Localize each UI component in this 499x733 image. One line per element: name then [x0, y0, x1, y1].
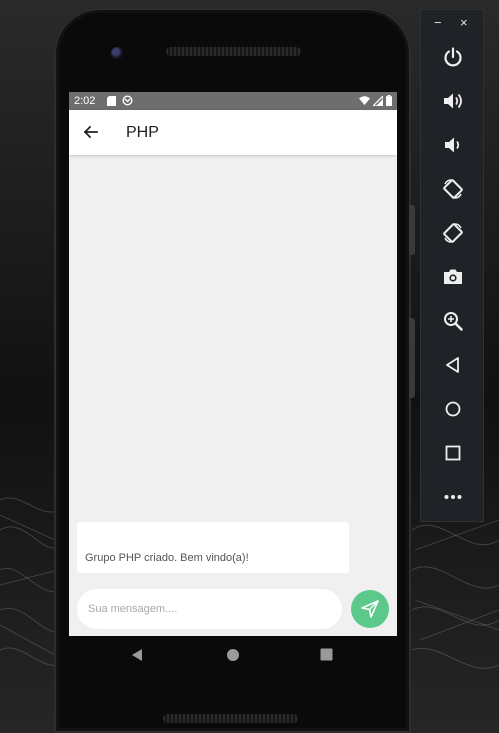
status-time: 2:02: [74, 95, 96, 107]
zoom-button[interactable]: [442, 310, 464, 332]
android-nav-back-button[interactable]: [130, 648, 144, 667]
home-circle-icon: [227, 649, 239, 661]
status-bar: 2:02: [69, 92, 397, 110]
send-icon: [361, 600, 379, 618]
front-camera: [111, 47, 123, 59]
battery-icon: [386, 95, 392, 106]
rotate-left-button[interactable]: [442, 178, 464, 200]
volume-down-icon: [445, 137, 460, 153]
recents-square-icon: [320, 648, 333, 661]
bottom-speaker: [163, 714, 298, 723]
minimize-icon[interactable]: −: [434, 16, 442, 30]
emulator-back-button[interactable]: [442, 354, 464, 376]
volume-down-button[interactable]: [442, 134, 464, 156]
overview-icon: [445, 445, 461, 461]
chat-title: PHP: [126, 124, 159, 141]
volume-up-button[interactable]: [442, 90, 464, 112]
sync-icon: [122, 95, 133, 106]
back-icon: [446, 357, 459, 373]
phone-volume-side-button: [409, 318, 415, 398]
emulator-overview-button[interactable]: [442, 442, 464, 464]
signal-icon: [373, 95, 383, 106]
android-nav-recents-button[interactable]: [320, 648, 333, 666]
rotate-right-button[interactable]: [442, 222, 464, 244]
more-options-button[interactable]: [442, 486, 464, 508]
emulator-toolbar: − ×: [420, 9, 484, 522]
android-nav-home-button[interactable]: [226, 648, 240, 667]
message-input[interactable]: [77, 589, 342, 629]
close-icon[interactable]: ×: [460, 16, 468, 30]
screenshot-button[interactable]: [442, 266, 464, 288]
zoom-icon: [444, 312, 463, 331]
arrow-left-icon: [83, 125, 98, 139]
back-triangle-icon: [132, 649, 142, 661]
app-screen: 2:02 PHP Grupo PHP criado. Bem vindo(a)!…: [69, 92, 397, 636]
send-button[interactable]: [351, 590, 389, 628]
rotate-left-icon: [443, 179, 463, 199]
power-icon: [444, 47, 462, 67]
rotate-right-icon: [443, 223, 463, 243]
earpiece-speaker: [166, 47, 301, 56]
sd-card-icon: [107, 95, 116, 106]
phone-power-side-button: [409, 205, 415, 255]
app-bar: PHP: [69, 110, 397, 155]
home-icon: [445, 401, 461, 417]
back-button[interactable]: [81, 122, 101, 142]
emulator-home-button[interactable]: [442, 398, 464, 420]
message-text: Grupo PHP criado. Bem vindo(a)!: [85, 552, 249, 564]
wifi-icon: [359, 95, 370, 105]
more-icon: [444, 495, 462, 499]
power-button[interactable]: [442, 46, 464, 68]
message-bubble: Grupo PHP criado. Bem vindo(a)!: [77, 522, 349, 573]
camera-icon: [444, 269, 462, 284]
volume-up-icon: [444, 93, 462, 109]
